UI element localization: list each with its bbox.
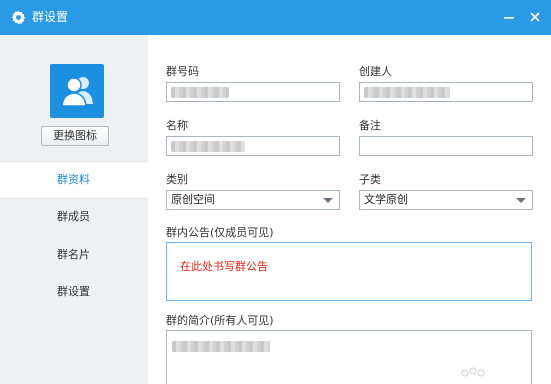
close-button[interactable] [524, 6, 546, 28]
redacted-value [172, 341, 270, 352]
redacted-value [171, 141, 245, 152]
subcategory-select[interactable]: 文学原创 [359, 190, 533, 210]
paw-watermark-icon [461, 367, 485, 377]
change-icon-button[interactable]: 更换图标 [41, 126, 109, 146]
chevron-down-icon [516, 198, 526, 203]
close-icon [530, 12, 540, 22]
sidebar-item-group-settings[interactable]: 群设置 [0, 275, 148, 309]
remark-label: 备注 [359, 119, 381, 132]
name-label: 名称 [166, 119, 188, 132]
chevron-down-icon [323, 198, 333, 203]
category-select[interactable]: 原创空间 [166, 190, 340, 210]
group-avatar[interactable] [50, 64, 104, 118]
intro-textarea[interactable] [166, 330, 532, 384]
intro-label: 群的简介(所有人可见) [166, 314, 274, 327]
group-users-icon [61, 77, 93, 107]
category-label: 类别 [166, 173, 188, 186]
redacted-value [364, 87, 450, 98]
subcategory-value: 文学原创 [364, 193, 408, 206]
sidebar-item-group-card[interactable]: 群名片 [0, 238, 148, 272]
redacted-value [171, 87, 229, 98]
announcement-placeholder: 在此处书写群公告 [180, 260, 268, 273]
title-bar: 群设置 [0, 0, 551, 35]
window-title: 群设置 [32, 10, 69, 24]
category-value: 原创空间 [171, 193, 215, 206]
sidebar: 更换图标 群资料 群成员 群名片 群设置 [0, 35, 148, 384]
creator-label: 创建人 [359, 65, 392, 78]
creator-field[interactable] [359, 82, 533, 102]
gear-icon [11, 10, 26, 25]
minimize-button[interactable] [498, 6, 520, 28]
announcement-textarea[interactable]: 在此处书写群公告 [166, 242, 532, 301]
remark-field[interactable] [359, 136, 533, 156]
group-number-field[interactable] [166, 82, 340, 102]
name-field[interactable] [166, 136, 340, 156]
group-number-label: 群号码 [166, 65, 199, 78]
sidebar-item-group-members[interactable]: 群成员 [0, 200, 148, 234]
subcategory-label: 子类 [359, 173, 381, 186]
minimize-icon [504, 17, 514, 19]
sidebar-item-group-info[interactable]: 群资料 [0, 163, 148, 197]
announcement-label: 群内公告(仅成员可见) [166, 226, 274, 239]
